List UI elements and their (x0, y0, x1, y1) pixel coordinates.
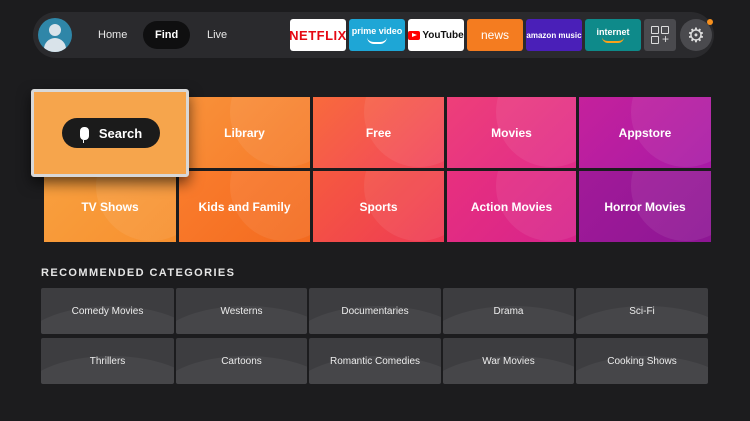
profile-avatar-icon[interactable] (38, 18, 72, 52)
top-navigation-bar: Home Find Live NETFLIX prime video YouTu… (33, 12, 714, 58)
rec-tile-label: Cartoons (221, 355, 262, 367)
tile-library[interactable]: Library (179, 97, 310, 168)
nav-find[interactable]: Find (143, 21, 191, 49)
search-button[interactable]: Search (62, 118, 160, 148)
rec-tile[interactable]: War Movies (443, 338, 574, 384)
rec-tile[interactable]: Sci-Fi (576, 288, 708, 334)
rec-tile-label: Westerns (220, 305, 263, 317)
app-netflix-label: NETFLIX (290, 27, 346, 43)
avatar-body (44, 38, 66, 52)
nav-home[interactable]: Home (86, 21, 139, 49)
rec-tile[interactable]: Romantic Comedies (309, 338, 441, 384)
rec-tile[interactable]: Drama (443, 288, 574, 334)
rec-tile[interactable]: Cartoons (176, 338, 307, 384)
search-tile[interactable]: Search (31, 89, 189, 177)
recommended-categories-heading: RECOMMENDED CATEGORIES (41, 267, 236, 279)
tile-horror-movies[interactable]: Horror Movies (579, 171, 711, 242)
tile-free[interactable]: Free (313, 97, 444, 168)
tile-appstore-label: Appstore (618, 125, 672, 140)
tile-kids-and-family-label: Kids and Family (198, 199, 291, 214)
rec-tile-label: Documentaries (341, 305, 409, 317)
app-youtube-label: YouTube (422, 29, 464, 41)
rec-tile[interactable]: Cooking Shows (576, 338, 708, 384)
app-internet[interactable]: internet (585, 19, 641, 51)
app-netflix[interactable]: NETFLIX (290, 19, 346, 51)
nav-live[interactable]: Live (195, 21, 239, 49)
gear-icon: ⚙ (687, 24, 705, 47)
app-amazon-music[interactable]: amazon music (526, 19, 582, 51)
youtube-play-icon (408, 30, 421, 40)
prime-smile-icon (367, 37, 387, 44)
search-label: Search (98, 125, 143, 141)
rec-tile-label: Sci-Fi (629, 305, 655, 317)
tile-movies[interactable]: Movies (447, 97, 576, 168)
internet-arc-icon (602, 37, 624, 43)
tile-action-movies[interactable]: Action Movies (447, 171, 576, 242)
avatar-head (49, 24, 61, 36)
rec-tile[interactable]: Thrillers (41, 338, 174, 384)
rec-tile[interactable]: Documentaries (309, 288, 441, 334)
rec-tile-label: Romantic Comedies (329, 355, 421, 367)
rec-tile-label: War Movies (482, 355, 535, 367)
notification-dot (707, 19, 713, 25)
tile-free-label: Free (365, 125, 392, 140)
tile-tv-shows-label: TV Shows (81, 199, 139, 214)
tile-action-movies-label: Action Movies (470, 199, 553, 214)
rec-tile-label: Drama (493, 305, 524, 317)
grid-square-icon (651, 26, 659, 34)
tile-sports[interactable]: Sports (313, 171, 444, 242)
apps-grid-icon[interactable]: + (644, 19, 676, 51)
app-news-label: news (480, 28, 509, 42)
rec-tile[interactable]: Westerns (176, 288, 307, 334)
app-news[interactable]: news (467, 19, 523, 51)
tile-movies-label: Movies (491, 125, 532, 140)
plus-icon: + (662, 32, 670, 46)
tile-appstore[interactable]: Appstore (579, 97, 711, 168)
rec-tile-label: Cooking Shows (607, 355, 677, 367)
grid-square-icon (651, 36, 659, 44)
app-youtube[interactable]: YouTube (408, 19, 464, 51)
tile-horror-movies-label: Horror Movies (604, 199, 686, 214)
rec-tile[interactable]: Comedy Movies (41, 288, 174, 334)
app-prime-video[interactable]: prime video (349, 19, 405, 51)
rec-tile-label: Comedy Movies (71, 305, 144, 317)
app-amazon-music-label: amazon music (526, 30, 582, 40)
tile-tv-shows[interactable]: TV Shows (44, 171, 176, 242)
tile-library-label: Library (224, 125, 265, 140)
tile-kids-and-family[interactable]: Kids and Family (179, 171, 310, 242)
rec-tile-label: Thrillers (89, 355, 126, 367)
tile-sports-label: Sports (359, 199, 398, 214)
microphone-icon (79, 126, 89, 143)
app-prime-video-label: prime video (351, 25, 403, 36)
app-internet-label: internet (596, 26, 630, 37)
settings-gear-icon[interactable]: ⚙ (680, 19, 713, 51)
